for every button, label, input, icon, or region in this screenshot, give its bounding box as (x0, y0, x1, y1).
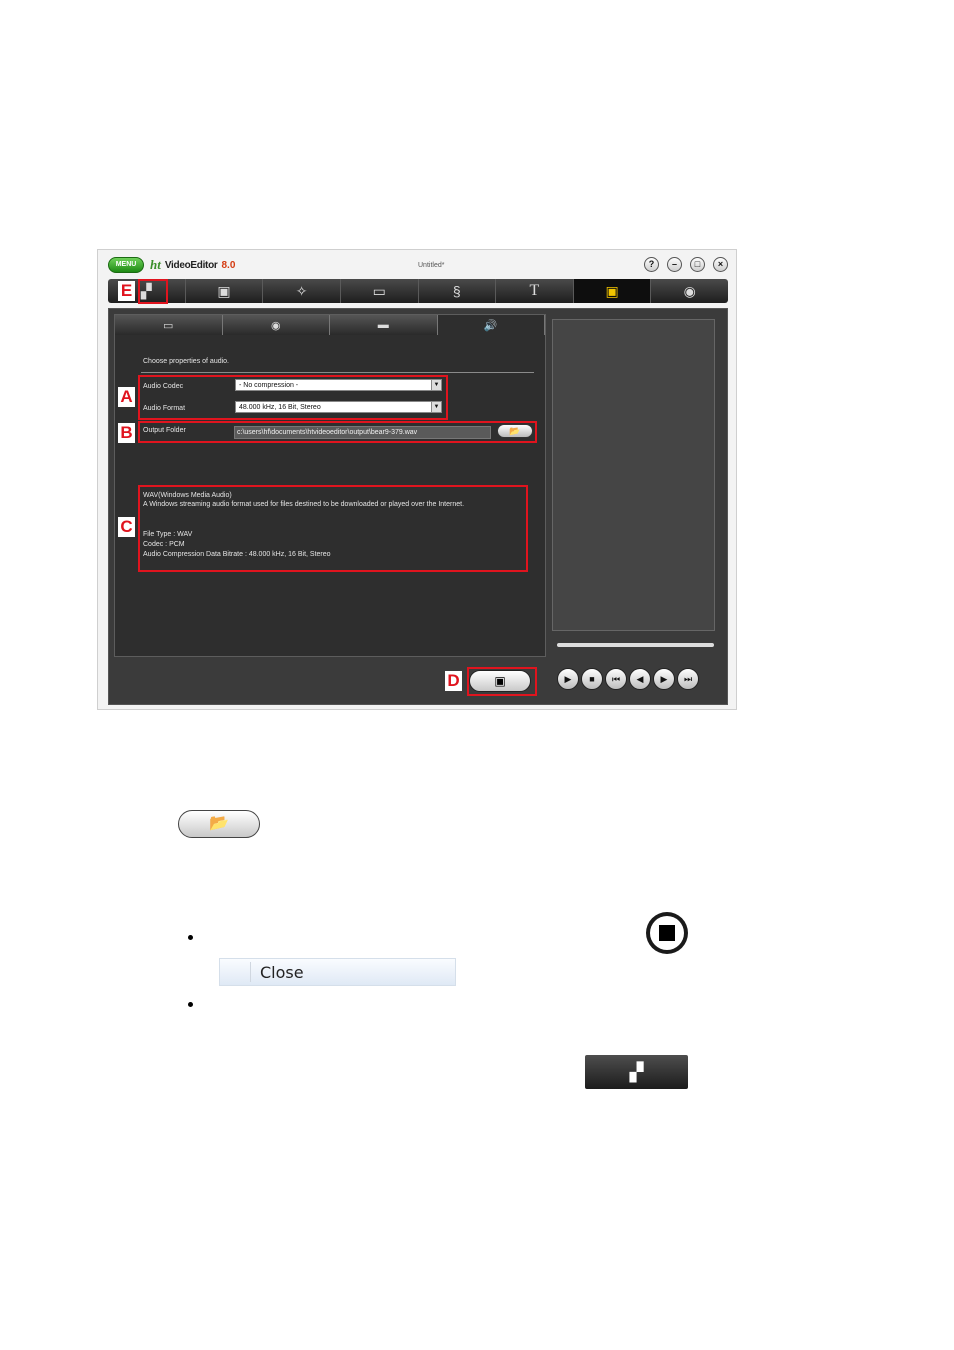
tab-video-file[interactable]: ▭ (115, 315, 223, 335)
open-folder-icon: 📂 (209, 815, 229, 832)
transition-icon: § (452, 283, 461, 299)
output-settings-panel: ▭ ◉ ▬ 🔊 Choose properties of audio. Audi… (114, 314, 546, 657)
skip-end-icon[interactable]: ⏭ (677, 668, 699, 690)
title-bar: MENU ht VideoEditor 8.0 Untitled* ? – □ … (98, 250, 736, 280)
save-output-icon: ▣ (605, 282, 619, 299)
effects-wand-icon: ✧ (295, 282, 308, 299)
toolbar-media[interactable]: ▣ (186, 279, 264, 303)
close-menu-label: Close (260, 963, 304, 982)
toolbar-storyboard[interactable]: ▭ (341, 279, 419, 303)
callout-a-box (138, 375, 448, 420)
stop-icon (646, 912, 688, 954)
workspace: ▭ ◉ ▬ 🔊 Choose properties of audio. Audi… (108, 308, 728, 705)
logo-brand: ht (150, 257, 161, 272)
callout-d-box (467, 667, 537, 696)
stop-icon[interactable]: ■ (581, 668, 603, 690)
preview-screen (552, 319, 715, 631)
main-toolbar: ▞ ▣ ✧ ▭ § T ▣ ◉ (108, 279, 728, 303)
bullet (188, 935, 193, 940)
callout-e-label: E (118, 281, 135, 301)
callout-b-box (138, 421, 537, 443)
bullet (188, 1002, 193, 1007)
player-controls: ▶ ■ ⏮ ◀ ▶ ⏭ (557, 668, 699, 690)
section-title: Choose properties of audio. (143, 358, 229, 365)
close-icon[interactable]: × (713, 257, 728, 272)
callout-c-box (138, 485, 528, 572)
maximize-icon[interactable]: □ (690, 257, 705, 272)
step-forward-icon[interactable]: ▶ (653, 668, 675, 690)
speaker-icon: 🔊 (483, 319, 498, 332)
text-icon: T (529, 282, 540, 299)
output-type-tabs: ▭ ◉ ▬ 🔊 (115, 315, 545, 335)
device-icon: ▬ (377, 319, 389, 331)
callout-d-label: D (445, 671, 462, 691)
close-menu-item: Close (219, 958, 456, 986)
step-back-icon[interactable]: ◀ (629, 668, 651, 690)
new-project-icon: ▞ (585, 1055, 688, 1089)
minimize-icon[interactable]: – (667, 257, 682, 272)
browse-folder-button-illustration: 📂 (178, 810, 260, 838)
tab-disc[interactable]: ◉ (222, 315, 330, 335)
seek-bar[interactable] (557, 643, 714, 647)
toolbar-text[interactable]: T (496, 279, 574, 303)
media-import-icon: ▣ (217, 282, 231, 299)
logo-version: 8.0 (221, 259, 236, 271)
film-strip-icon: ▭ (163, 319, 174, 332)
divider (141, 372, 534, 373)
skip-start-icon[interactable]: ⏮ (605, 668, 627, 690)
callout-b-label: B (118, 423, 135, 443)
preview-panel: ▶ ■ ⏮ ◀ ▶ ⏭ (549, 314, 722, 701)
storyboard-icon: ▭ (372, 282, 386, 299)
toolbar-disc-burn[interactable]: ◉ (651, 279, 728, 303)
app-window: MENU ht VideoEditor 8.0 Untitled* ? – □ … (97, 249, 737, 710)
tab-device[interactable]: ▬ (330, 315, 438, 335)
play-icon[interactable]: ▶ (557, 668, 579, 690)
toolbar-effects[interactable]: ✧ (263, 279, 341, 303)
disc-icon: ◉ (270, 319, 281, 332)
logo-name: VideoEditor (164, 259, 218, 271)
menu-button[interactable]: MENU (108, 257, 144, 273)
tab-audio[interactable]: 🔊 (437, 315, 545, 335)
toolbar-save-output[interactable]: ▣ (573, 279, 652, 303)
toolbar-transition[interactable]: § (419, 279, 497, 303)
callout-a-label: A (118, 387, 135, 407)
document-title: Untitled* (418, 262, 445, 269)
callout-c-label: C (118, 517, 135, 537)
callout-e-box (138, 279, 168, 304)
menu-separator (250, 962, 251, 982)
disc-burn-icon: ◉ (683, 282, 696, 299)
help-icon[interactable]: ? (644, 257, 659, 272)
app-logo: ht VideoEditor 8.0 (150, 256, 235, 274)
